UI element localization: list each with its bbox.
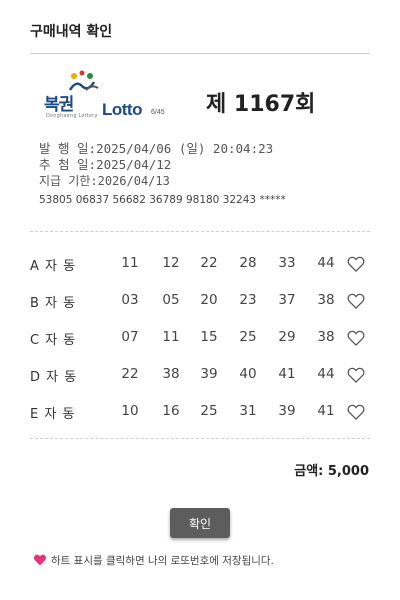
divider-bottom: [30, 438, 370, 439]
game-number: 38: [317, 329, 335, 345]
heart-outline-icon[interactable]: [346, 402, 366, 422]
heart-outline-icon[interactable]: [346, 365, 366, 385]
game-number: 39: [278, 403, 296, 419]
draw-round: 제 1167회: [206, 92, 316, 117]
draw-date: 추 첨 일:2025/04/12: [39, 157, 172, 172]
title-divider: [30, 53, 370, 54]
divider-top: [30, 231, 370, 232]
game-number: 38: [162, 366, 180, 382]
total-amount: 금액: 5,000: [294, 464, 369, 479]
logo-product: Lotto: [102, 100, 142, 119]
game-number: 25: [239, 329, 257, 345]
game-number: 15: [200, 329, 218, 345]
serial-number: 53805 06837 56682 36789 98180 32243 ****…: [39, 194, 286, 206]
game-number: 29: [278, 329, 296, 345]
game-number: 38: [317, 292, 335, 308]
game-number: 41: [278, 366, 296, 382]
game-row-b: B 자 동 03 05 20 23 37 38: [30, 292, 370, 312]
game-number: 22: [121, 366, 139, 382]
logo-product-sub: 6/45: [151, 109, 165, 116]
game-number: 12: [162, 255, 180, 271]
game-label: C 자 동: [30, 333, 77, 348]
game-row-d: D 자 동 22 38 39 40 41 44: [30, 366, 370, 386]
logo-brand-sub: Donghaeng Lottery: [46, 113, 98, 119]
game-number: 22: [200, 255, 218, 271]
game-number: 28: [239, 255, 257, 271]
game-label: B 자 동: [30, 296, 77, 311]
save-notice: 하트 표시를 클릭하면 나의 로또번호에 저장됩니다.: [33, 553, 274, 568]
page-title: 구매내역 확인: [30, 24, 113, 40]
confirm-button[interactable]: 확인: [170, 508, 230, 538]
game-number: 41: [317, 403, 335, 419]
game-number: 23: [239, 292, 257, 308]
game-number: 20: [200, 292, 218, 308]
heart-filled-icon: [34, 554, 46, 566]
notice-text: 하트 표시를 클릭하면 나의 로또번호에 저장됩니다.: [51, 555, 274, 567]
game-number: 33: [278, 255, 296, 271]
game-number: 40: [239, 366, 257, 382]
heart-outline-icon[interactable]: [346, 254, 366, 274]
game-number: 39: [200, 366, 218, 382]
payment-deadline: 지급 기한:2026/04/13: [39, 174, 170, 188]
game-number: 11: [162, 329, 180, 345]
heart-outline-icon[interactable]: [346, 291, 366, 311]
game-label: E 자 동: [30, 407, 76, 422]
game-label: A 자 동: [30, 259, 77, 274]
game-row-a: A 자 동 11 12 22 28 33 44: [30, 255, 370, 275]
game-number: 44: [317, 255, 335, 271]
game-number: 16: [162, 403, 180, 419]
lottery-logo: 복권 Donghaeng Lottery Lotto 6/45: [44, 70, 184, 126]
game-number: 05: [162, 292, 180, 308]
game-row-c: C 자 동 07 11 15 25 29 38: [30, 329, 370, 349]
issue-date: 발 행 일:2025/04/06 (일) 20:04:23: [39, 141, 274, 156]
logo-brand: 복권: [44, 95, 74, 115]
game-number: 44: [317, 366, 335, 382]
game-number: 03: [121, 292, 139, 308]
game-row-e: E 자 동 10 16 25 31 39 41: [30, 403, 370, 423]
game-label: D 자 동: [30, 370, 78, 385]
ticket-info: 발 행 일:2025/04/06 (일) 20:04:23 추 첨 일:2025…: [39, 141, 369, 206]
game-number: 37: [278, 292, 296, 308]
game-number: 25: [200, 403, 218, 419]
game-number: 11: [121, 255, 139, 271]
game-number: 07: [121, 329, 139, 345]
heart-outline-icon[interactable]: [346, 328, 366, 348]
game-number: 31: [239, 403, 257, 419]
game-number: 10: [121, 403, 139, 419]
